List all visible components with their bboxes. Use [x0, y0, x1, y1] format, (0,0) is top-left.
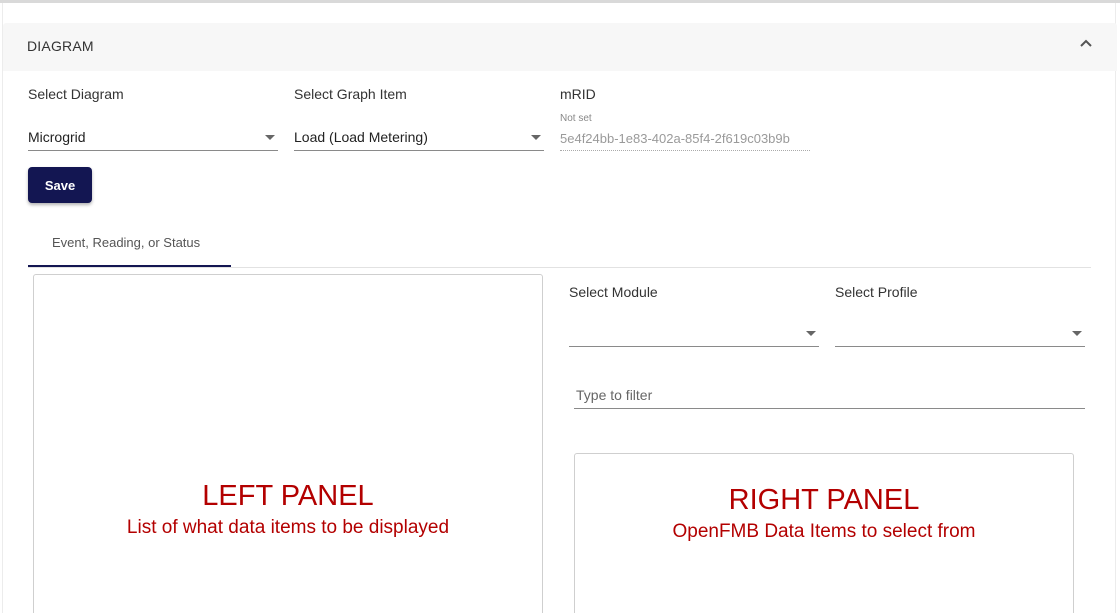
- tab-divider: [28, 267, 1091, 268]
- select-graph-item-label: Select Graph Item: [294, 86, 407, 102]
- mrid-label: mRID: [560, 86, 596, 102]
- select-profile-label: Select Profile: [835, 284, 918, 300]
- tab-label: Event, Reading, or Status: [52, 235, 201, 250]
- diagram-card-header[interactable]: DIAGRAM: [3, 23, 1117, 71]
- left-panel-subtitle: List of what data items to be displayed: [126, 517, 450, 538]
- caret-down-icon: [265, 135, 275, 140]
- chevron-up-icon[interactable]: [1078, 35, 1094, 51]
- select-module-label: Select Module: [569, 284, 658, 300]
- left-panel-title: LEFT PANEL: [202, 480, 374, 512]
- mrid-hint: Not set: [560, 113, 592, 124]
- card-title: DIAGRAM: [27, 38, 94, 54]
- tab-event-reading-status[interactable]: Event, Reading, or Status: [28, 224, 231, 267]
- select-diagram-label: Select Diagram: [28, 86, 124, 102]
- mrid-field[interactable]: [560, 127, 810, 151]
- save-button[interactable]: Save: [28, 167, 92, 203]
- diagram-card: DIAGRAM Select Diagram Microgrid Select …: [2, 3, 1117, 613]
- caret-down-icon: [531, 135, 541, 140]
- select-diagram-value: Microgrid: [28, 129, 86, 145]
- right-panel-subtitle: OpenFMB Data Items to select from: [672, 521, 976, 542]
- select-diagram-dropdown[interactable]: Microgrid: [28, 125, 278, 151]
- caret-down-icon: [806, 331, 816, 336]
- select-module-dropdown[interactable]: [569, 321, 819, 347]
- left-panel: LEFT PANEL List of what data items to be…: [33, 274, 543, 613]
- right-panel-title: RIGHT PANEL: [728, 484, 920, 516]
- select-graph-item-value: Load (Load Metering): [294, 129, 428, 145]
- filter-input[interactable]: [574, 381, 1085, 409]
- right-panel: RIGHT PANEL OpenFMB Data Items to select…: [574, 453, 1074, 613]
- select-profile-dropdown[interactable]: [835, 321, 1085, 347]
- select-graph-item-dropdown[interactable]: Load (Load Metering): [294, 125, 544, 151]
- caret-down-icon: [1072, 331, 1082, 336]
